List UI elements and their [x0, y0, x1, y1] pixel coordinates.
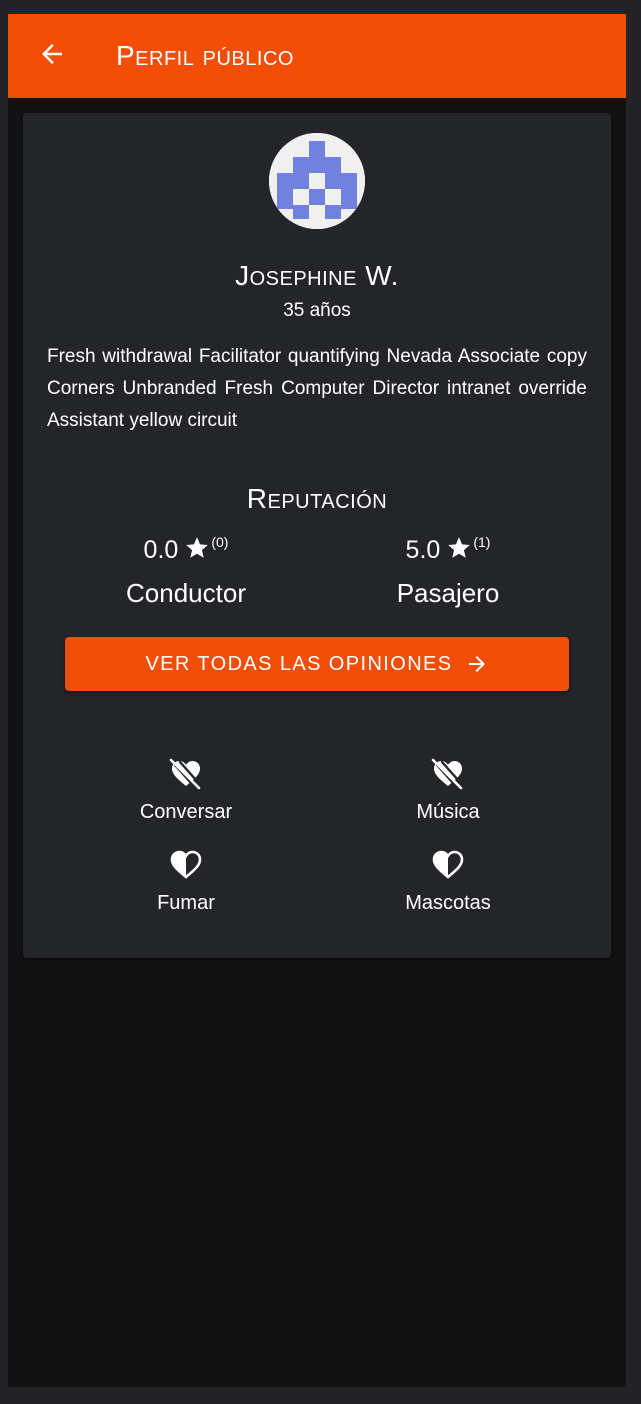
heart-off-icon: [86, 757, 286, 791]
profile-name: Josephine W.: [235, 260, 399, 291]
profile-age: 35 años: [283, 300, 351, 321]
preference-label: Conversar: [139, 801, 233, 823]
arrow-left-icon: [37, 39, 67, 74]
back-button[interactable]: [32, 36, 72, 76]
passenger-label: Pasajero: [396, 578, 500, 608]
passenger-rating: 5.0 (1) Pasajero: [348, 533, 548, 610]
preference-label: Fumar: [157, 892, 215, 914]
star-icon: [184, 535, 210, 570]
driver-rating: 0.0 (0) Conductor: [86, 533, 286, 610]
preference-conversar: Conversar: [86, 757, 286, 825]
preference-label: Mascotas: [405, 892, 491, 914]
passenger-score: 5.0: [405, 536, 441, 564]
heart-half-icon: [348, 848, 548, 882]
profile-bio: Fresh withdrawal Facilitator quantifying…: [47, 346, 587, 431]
heart-off-icon: [348, 757, 548, 791]
driver-label: Conductor: [126, 578, 246, 608]
passenger-rating-count: (1): [473, 534, 491, 550]
page-title: Perfil público: [116, 40, 294, 71]
preference-fumar: Fumar: [86, 848, 286, 916]
view-all-opinions-label: VER TODAS LAS OPINIONES: [145, 652, 453, 675]
app-frame: Perfil público Josephine W. 35 años Fres…: [8, 14, 626, 1387]
star-icon: [446, 535, 472, 570]
identicon-avatar: [269, 133, 365, 229]
avatar: [269, 133, 365, 229]
preference-mascotas: Mascotas: [348, 848, 548, 916]
reputation-title: Reputación: [246, 483, 388, 514]
profile-card: Josephine W. 35 años Fresh withdrawal Fa…: [23, 113, 611, 958]
arrow-right-icon: [465, 652, 489, 676]
driver-rating-count: (0): [211, 534, 229, 550]
driver-score: 0.0: [143, 536, 179, 564]
app-bar: Perfil público: [8, 14, 626, 98]
preference-musica: Música: [348, 757, 548, 825]
view-all-opinions-button[interactable]: VER TODAS LAS OPINIONES: [65, 637, 569, 691]
heart-half-icon: [86, 848, 286, 882]
preference-label: Música: [416, 801, 480, 823]
